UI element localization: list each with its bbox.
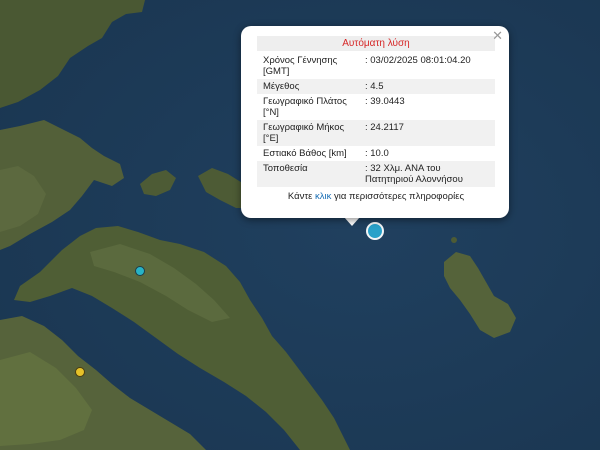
row-magnitude: Μέγεθος : 4.5 <box>257 79 495 94</box>
row-longitude: Γεωγραφικό Μήκος [°E] : 24.2117 <box>257 120 495 146</box>
more-info-link[interactable]: κλικ <box>315 191 331 202</box>
row-depth: Εστιακό Βάθος [km] : 10.0 <box>257 146 495 161</box>
value-location: : 32 Χλμ. ΑΝΑ του Πατητηριού Αλοννήσου <box>359 161 495 187</box>
quake-marker-teal[interactable] <box>135 266 145 276</box>
row-origin-time: Χρόνος Γέννησης [GMT] : 03/02/2025 08:01… <box>257 53 495 79</box>
row-location: Τοποθεσία : 32 Χλμ. ΑΝΑ του Πατητηριού Α… <box>257 161 495 187</box>
more-info-suffix: για περισσότερες πληροφορίες <box>331 191 465 202</box>
more-info-line: Κάντε κλικ για περισσότερες πληροφορίες <box>257 191 495 202</box>
value-longitude: : 24.2117 <box>359 120 495 146</box>
row-latitude: Γεωγραφικό Πλάτος [°N] : 39.0443 <box>257 94 495 120</box>
value-magnitude: : 4.5 <box>359 79 495 94</box>
label-magnitude: Μέγεθος <box>257 79 359 94</box>
popup-title: Αυτόματη λύση <box>257 36 495 51</box>
value-origin-time: : 03/02/2025 08:01:04.20 <box>365 55 471 66</box>
value-latitude: : 39.0443 <box>365 96 405 107</box>
earthquake-details-table: Χρόνος Γέννησης [GMT] : 03/02/2025 08:01… <box>257 53 495 187</box>
label-depth: Εστιακό Βάθος [km] <box>263 148 347 159</box>
land-islet <box>451 237 457 243</box>
quake-marker-yellow[interactable] <box>75 367 85 377</box>
label-origin-time: Χρόνος Γέννησης [GMT] <box>263 55 338 77</box>
earthquake-info-popup: ✕ Αυτόματη λύση Χρόνος Γέννησης [GMT] : … <box>241 26 509 218</box>
label-longitude: Γεωγραφικό Μήκος [°E] <box>257 120 359 146</box>
more-info-prefix: Κάντε <box>287 191 315 202</box>
close-icon[interactable]: ✕ <box>492 29 503 42</box>
selected-quake-marker[interactable] <box>366 222 384 240</box>
value-depth: : 10.0 <box>365 148 389 159</box>
popup-tip <box>344 217 360 226</box>
label-latitude: Γεωγραφικό Πλάτος [°N] <box>263 96 347 118</box>
label-location: Τοποθεσία <box>257 161 359 187</box>
